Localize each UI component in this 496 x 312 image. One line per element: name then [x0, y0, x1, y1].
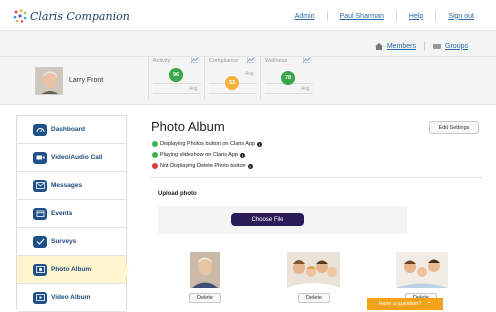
- sidebar: Dashboard Video/Audio Call Messages Even…: [16, 115, 127, 312]
- graph-icon[interactable]: [191, 57, 198, 63]
- top-bar: Claris Companion Admin Paul Sharman Help…: [0, 0, 496, 31]
- sidebar-item-label: Dashboard: [51, 126, 85, 133]
- status-text: Playing slideshow on Claris App: [160, 152, 238, 158]
- compliance-score: 53: [225, 76, 239, 90]
- avatar-photo: [36, 68, 62, 94]
- groups-link[interactable]: Groups: [433, 43, 468, 50]
- status-text: Displaying Photos button on Claris App: [160, 141, 256, 147]
- members-link[interactable]: Members: [374, 42, 417, 50]
- sidebar-item-label: Video/Audio Call: [51, 154, 103, 161]
- delete-button[interactable]: Delete: [189, 293, 221, 303]
- sidebar-item-messages[interactable]: Messages: [17, 172, 126, 200]
- status-dot-icon: [152, 152, 158, 158]
- brand-name: Claris Companion: [30, 9, 130, 23]
- groups-icon: [433, 43, 442, 49]
- avatar[interactable]: [35, 67, 63, 95]
- divider: [326, 11, 328, 21]
- metric-line: [265, 93, 313, 94]
- sidebar-item-events[interactable]: Events: [17, 200, 126, 228]
- status-delete-photo: Not Displaying Delete Photo button i: [152, 163, 253, 169]
- info-icon[interactable]: i: [257, 141, 263, 147]
- metric-compliance[interactable]: Compliance 53 Avg: [204, 56, 260, 100]
- divider: [151, 177, 483, 178]
- top-nav: Admin Paul Sharman Help Sign out: [295, 11, 474, 21]
- admin-link[interactable]: Admin: [295, 13, 315, 20]
- logo-icon: [13, 9, 27, 23]
- graph-icon[interactable]: [303, 57, 310, 63]
- divider: [435, 11, 437, 21]
- sidebar-item-photo-album[interactable]: Photo Album: [17, 256, 126, 284]
- choose-file-button[interactable]: Choose File: [231, 213, 304, 226]
- activity-score: 96: [169, 68, 183, 82]
- status-display-photos: Displaying Photos button on Claris App i: [152, 141, 263, 147]
- help-link[interactable]: Help: [409, 13, 423, 20]
- metric-line: [153, 93, 201, 94]
- delete-button[interactable]: Delete: [298, 293, 330, 303]
- messages-icon: [33, 179, 47, 192]
- sidebar-item-label: Video Album: [51, 294, 91, 301]
- status-text: Not Displaying Delete Photo button: [160, 163, 246, 169]
- sidebar-item-surveys[interactable]: Surveys: [17, 228, 126, 256]
- photo-thumbnail[interactable]: [190, 252, 220, 288]
- video-call-icon: [33, 151, 47, 164]
- photo-thumbnail[interactable]: [396, 252, 448, 288]
- sub-nav: Members Groups: [374, 41, 468, 51]
- status-slideshow: Playing slideshow on Claris App i: [152, 152, 245, 158]
- photo-album-icon: [33, 263, 47, 276]
- metric-label: Compliance: [209, 58, 239, 64]
- groups-label: Groups: [445, 42, 468, 50]
- sidebar-item-video-audio-call[interactable]: Video/Audio Call: [17, 144, 126, 172]
- graph-icon[interactable]: [247, 57, 254, 63]
- divider: [424, 41, 426, 51]
- sidebar-item-label: Events: [51, 210, 73, 217]
- surveys-icon: [33, 235, 47, 248]
- have-a-question-button[interactable]: Have a question? ⌃: [367, 298, 443, 310]
- sidebar-item-label: Photo Album: [51, 266, 92, 273]
- sidebar-item-video-album[interactable]: Video Album: [17, 284, 126, 312]
- metric-label: Activity: [153, 58, 171, 64]
- divider: [395, 11, 397, 21]
- sidebar-item-dashboard[interactable]: Dashboard: [17, 116, 126, 144]
- chevron-up-icon: ⌃: [426, 301, 432, 308]
- sidebar-item-label: Surveys: [51, 238, 77, 245]
- info-icon[interactable]: i: [239, 152, 245, 158]
- status-dot-icon: [152, 141, 158, 147]
- edit-settings-button[interactable]: Edit Settings: [429, 121, 479, 134]
- photo-image: [287, 252, 340, 288]
- events-icon: [33, 207, 47, 220]
- sidebar-item-label: Messages: [51, 182, 83, 189]
- metric-line: [209, 93, 257, 94]
- metric-activity[interactable]: Activity 96 Avg: [148, 56, 204, 100]
- photo-image: [190, 252, 220, 288]
- photo-thumbnail[interactable]: [287, 252, 340, 288]
- have-a-question-label: Have a question?: [378, 301, 422, 307]
- video-album-icon: [33, 291, 47, 304]
- logo[interactable]: Claris Companion: [12, 8, 130, 24]
- metric-label: Wellness: [265, 58, 288, 64]
- sub-bar: Members Groups: [0, 31, 496, 57]
- status-dot-icon: [152, 163, 158, 169]
- photo-image: [396, 252, 448, 288]
- info-icon[interactable]: i: [247, 163, 253, 169]
- metric-wellness[interactable]: Wellness 78 Avg: [260, 56, 316, 100]
- wellness-score: 78: [281, 71, 295, 85]
- metric-avg: Avg: [301, 86, 310, 92]
- metric-line: [153, 83, 201, 84]
- metric-avg: Avg: [189, 86, 198, 92]
- dashboard-icon: [33, 123, 47, 136]
- sign-out-link[interactable]: Sign out: [448, 13, 474, 20]
- upload-title: Upload photo: [158, 191, 197, 197]
- user-link[interactable]: Paul Sharman: [340, 13, 384, 20]
- members-label: Members: [386, 42, 417, 50]
- member-name: Larry Front: [69, 77, 104, 84]
- home-icon: [374, 42, 383, 50]
- page-title: Photo Album: [151, 119, 225, 134]
- metric-avg: Avg: [245, 71, 254, 77]
